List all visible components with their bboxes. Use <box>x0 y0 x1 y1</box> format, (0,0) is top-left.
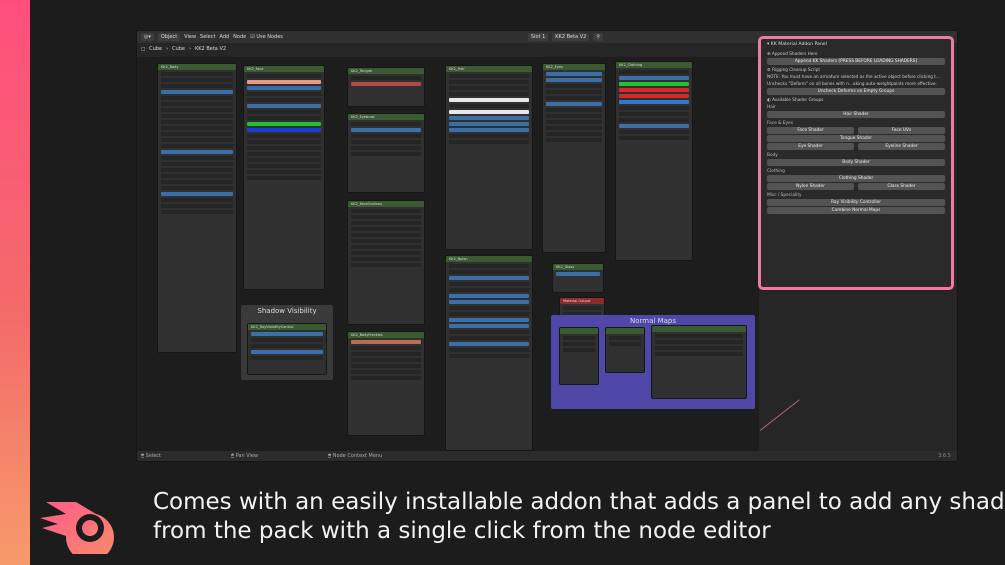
node-canvas[interactable]: KK2_Body KK2_Face KK2_Tongue KK2_Eyebrow… <box>137 57 759 451</box>
status-bar: 🖱 Select 🖱 Pan View 🖱 Node Context Menu <box>137 451 957 461</box>
breadcrumb-object: Cube <box>149 46 163 52</box>
use-nodes-checkbox[interactable]: ☑ Use Nodes <box>250 34 283 40</box>
node-uv-splitter[interactable] <box>605 327 645 373</box>
node-tongue[interactable]: KK2_Tongue <box>347 67 425 107</box>
node-ray-visibility[interactable]: KK2_RayVisibilityControl <box>247 323 327 375</box>
frame-title: Shadow Visibility <box>257 307 317 315</box>
section-face-eyes: Face & Eyes <box>767 121 793 126</box>
slot-dropdown[interactable]: Slot 1 <box>527 33 549 41</box>
status-context: 🖱 Node Context Menu <box>328 453 383 459</box>
frame-normal-maps[interactable]: Normal Maps <box>551 315 755 409</box>
node-title: KK2_Hair <box>446 66 532 72</box>
section-misc: Misc / Speciality <box>767 193 802 198</box>
clothing-shader-button[interactable]: Clothing Shader <box>767 175 945 182</box>
face-uvs-button[interactable]: Face UVs <box>858 127 945 134</box>
menu-view[interactable]: View <box>184 34 196 40</box>
append-shaders-label: ⊕ Append Shaders Here <box>767 51 818 56</box>
pin-icon[interactable]: ⚲ <box>593 33 603 41</box>
material-selector[interactable]: KK2 Beta V2 <box>552 33 590 41</box>
node-title: KK2_FaceOutlines <box>348 201 424 207</box>
face-shader-button[interactable]: Face Shader <box>767 127 854 134</box>
blender-logo-icon <box>40 502 114 554</box>
node-title: KK2_Face <box>244 66 324 72</box>
gradient-sidebar <box>0 0 30 565</box>
hair-shader-button[interactable]: Hair Shader <box>767 111 945 118</box>
combine-normal-maps-button[interactable]: Combine Normal Maps <box>767 207 945 214</box>
eyeline-shader-button[interactable]: Eyeline Shader <box>858 143 945 150</box>
body-shader-button[interactable]: Body Shader <box>767 159 945 166</box>
object-mode-dropdown[interactable]: Object <box>157 33 181 41</box>
breadcrumb-material: KK2 Beta V2 <box>195 46 227 52</box>
node-title: KK2_BodyFreckles <box>348 332 424 338</box>
node-title: KK2_Eyebrow <box>348 114 424 120</box>
use-nodes-label: Use Nodes <box>256 34 283 40</box>
blender-version: 3.6.5 <box>938 453 951 459</box>
node-glass[interactable]: KK2_Glass <box>552 263 604 293</box>
node-title: KK2_Tongue <box>348 68 424 74</box>
menu-select[interactable]: Select <box>200 34 215 40</box>
chevron-right-icon: › <box>189 46 191 52</box>
node-title: KK2_RayVisibilityControl <box>248 324 326 330</box>
breadcrumb-mesh: Cube <box>172 46 185 52</box>
node-face[interactable]: KK2_Face <box>243 65 325 290</box>
status-select: 🖱 Select <box>141 453 162 459</box>
node-hair[interactable]: KK2_Hair <box>445 65 533 250</box>
slide-caption: Comes with an easily installable addon t… <box>153 488 1005 546</box>
tongue-shader-button[interactable]: Tongue Shader <box>767 135 945 142</box>
caption-line-1: Comes with an easily installable addon t… <box>153 489 1005 515</box>
available-groups-label: ◐ Available Shader Groups <box>767 97 824 102</box>
breadcrumb: ◻ Cube › Cube › KK2 Beta V2 <box>141 46 226 52</box>
node-clothing[interactable]: KK2_Clothing <box>615 61 693 261</box>
node-title: Material Output <box>560 298 604 304</box>
node-title: KK2_Body <box>158 64 236 70</box>
cube-icon: ◻ <box>141 46 146 52</box>
node-normal-to-tangent[interactable] <box>559 327 599 385</box>
uncheck-deforms-button[interactable]: Uncheck Deforms on Empty Groups <box>767 88 945 95</box>
node-eyebrow[interactable]: KK2_Eyebrow <box>347 113 425 193</box>
node-body[interactable]: KK2_Body <box>157 63 237 353</box>
menu-node[interactable]: Node <box>233 34 246 40</box>
glass-shader-button[interactable]: Glass Shader <box>858 183 945 190</box>
node-title: KK2_Glass <box>553 264 603 270</box>
node-title: KK2_Eyes <box>543 64 605 70</box>
rigging-cleanup-label: ⚙ Rigging Cleanup Script <box>767 67 820 72</box>
slide: ◎▾ Object View Select Add Node ☑ Use Nod… <box>0 0 1005 565</box>
node-combine-normal-maps[interactable] <box>651 325 747 399</box>
menu-add[interactable]: Add <box>219 34 229 40</box>
node-title: KK2_Clothing <box>616 62 692 68</box>
node-nylon[interactable]: KK2_Nylon <box>445 255 533 451</box>
eye-shader-button[interactable]: Eye Shader <box>767 143 854 150</box>
frame-title: Normal Maps <box>630 317 676 325</box>
node-body-freckles[interactable]: KK2_BodyFreckles <box>347 331 425 436</box>
panel-title[interactable]: ▾ KK Material Addon Panel <box>761 39 951 50</box>
node-eyes[interactable]: KK2_Eyes <box>542 63 606 253</box>
ray-visibility-button[interactable]: Ray Visibility Controller <box>767 199 945 206</box>
status-pan: 🖱 Pan View <box>231 453 259 459</box>
section-body: Body <box>767 153 778 158</box>
append-kk-shaders-button[interactable]: Append KK Shaders [PRESS BEFORE LOADING … <box>767 58 945 65</box>
rigging-note-2: Unchecks "Deform" on all bones with n…ak… <box>767 81 937 86</box>
section-hair: Hair <box>767 105 776 110</box>
section-clothing: Clothing <box>767 169 785 174</box>
nylon-shader-button[interactable]: Nylon Shader <box>767 183 854 190</box>
editor-type-icon[interactable]: ◎▾ <box>141 33 154 41</box>
frame-shadow-visibility[interactable]: Shadow Visibility KK2_RayVisibilityContr… <box>241 305 333 380</box>
rigging-note-1: NOTE: You must have an armature selected… <box>767 74 941 79</box>
chevron-right-icon: › <box>166 46 169 52</box>
node-title: KK2_Nylon <box>446 256 532 262</box>
caption-line-2: from the pack with a single click from t… <box>153 518 771 544</box>
kk-material-addon-panel: ▾ KK Material Addon Panel ⊕ Append Shade… <box>758 36 954 290</box>
node-face-outlines[interactable]: KK2_FaceOutlines <box>347 200 425 325</box>
